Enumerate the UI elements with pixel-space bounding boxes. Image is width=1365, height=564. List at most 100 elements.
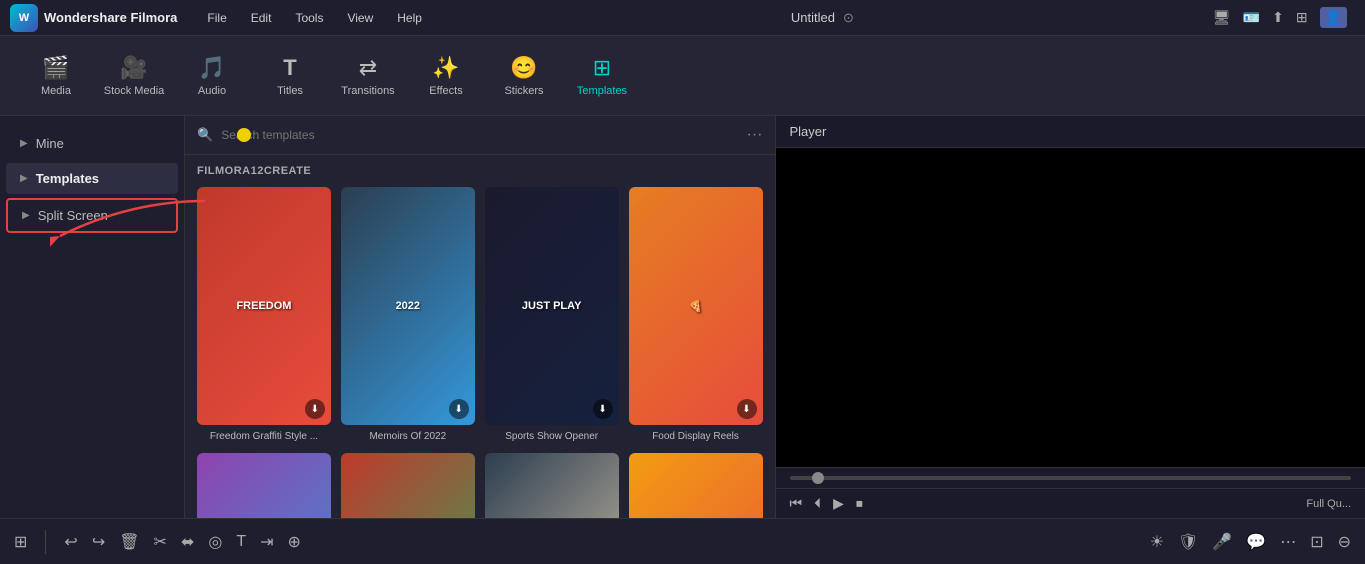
add-icon[interactable]: ⊕	[288, 532, 301, 552]
template-thumb-sports: JUST PLAY ⬇	[485, 187, 619, 425]
tool-effects[interactable]: ✨ Effects	[410, 44, 482, 108]
freedom-label: Freedom Graffiti Style ...	[197, 430, 331, 443]
stickers-icon: 😊	[510, 55, 537, 81]
full-quality-label: Full Qu...	[1306, 498, 1351, 510]
player-panel: Player ⏮ ⏴ ▶ ⏹ Full Qu...	[775, 116, 1365, 518]
menu-file[interactable]: File	[197, 7, 236, 29]
template-thumb-summer: ☀ ⬇	[629, 453, 763, 518]
cut-icon[interactable]: ✂	[154, 532, 167, 552]
template-card-sports[interactable]: JUST PLAY ⬇ Sports Show Opener	[485, 187, 619, 443]
minus-icon[interactable]: ⊖	[1338, 532, 1351, 552]
prev-frame-btn[interactable]: ⏮	[790, 495, 803, 512]
template-card-christmas-party[interactable]: Christmas ⬇ Christmas Party Opener	[485, 453, 619, 518]
section-label: FILMORA12CREATE	[197, 165, 763, 177]
sidebar: ▶ Mine ▶ Templates ▶ Split Screen	[0, 116, 185, 518]
download-sports-icon[interactable]: ⬇	[593, 399, 613, 419]
divider-1	[45, 530, 46, 554]
template-card-retro[interactable]: BE BRAVE ⬇ Retro Freedom Life Vl...	[197, 453, 331, 518]
template-thumb-christmas-gifts: 🎄✨ ⬇	[341, 453, 475, 518]
stock-media-icon: 🎥	[120, 55, 147, 81]
memoirs-thumb-text: 2022	[392, 296, 424, 316]
sports-label: Sports Show Opener	[485, 430, 619, 443]
tool-media[interactable]: 🎬 Media	[20, 44, 92, 108]
player-progress-thumb	[812, 472, 824, 484]
effects-icon: ✨	[432, 55, 459, 81]
save-icon: ⊙	[843, 10, 854, 26]
food-thumb-text: 🍕	[685, 296, 707, 317]
download-memoirs-icon[interactable]: ⬇	[449, 399, 469, 419]
template-card-summer[interactable]: ☀ ⬇ Summer Time Vlog	[629, 453, 763, 518]
templates-icon: ⊞	[593, 55, 611, 81]
project-title: Untitled	[791, 10, 835, 25]
top-icons: 🖥 🪪 ⬆ ⊞ 👤	[1213, 7, 1355, 28]
play-btn[interactable]: ▶	[833, 495, 844, 512]
sidebar-item-mine[interactable]: ▶ Mine	[6, 128, 178, 159]
split-screen-icon[interactable]: ⋯	[1280, 532, 1296, 552]
food-label: Food Display Reels	[629, 430, 763, 443]
redo-icon[interactable]: ↪	[92, 532, 105, 552]
tool-stickers[interactable]: 😊 Stickers	[488, 44, 560, 108]
templates-panel: 🔍 ··· FILMORA12CREATE	[185, 116, 775, 518]
transition-bottom-icon[interactable]: ⇥	[260, 532, 273, 552]
download-food-icon[interactable]: ⬇	[737, 399, 757, 419]
template-card-freedom[interactable]: FREEDOM ⬇ Freedom Graffiti Style ...	[197, 187, 331, 443]
template-card-food[interactable]: 🍕 ⬇ Food Display Reels	[629, 187, 763, 443]
tool-titles[interactable]: T Titles	[254, 44, 326, 108]
user-icon[interactable]: 👤	[1320, 7, 1347, 28]
sun-icon[interactable]: ☀	[1150, 532, 1164, 552]
menu-help[interactable]: Help	[387, 7, 432, 29]
main-content: ▶ Mine ▶ Templates ▶ Split Screen 🔍 ···	[0, 116, 1365, 518]
template-card-christmas-gifts[interactable]: 🎄✨ ⬇ Christmas Gifts Opener	[341, 453, 475, 518]
transitions-icon: ⇄	[359, 55, 377, 81]
stop-btn[interactable]: ⏹	[856, 495, 863, 512]
pip-icon[interactable]: ⊡	[1310, 532, 1323, 552]
templates-scroll[interactable]: FILMORA12CREATE FREEDOM ⬇ Freedom Graffi…	[185, 155, 775, 518]
template-thumb-christmas-party: Christmas ⬇	[485, 453, 619, 518]
download-freedom-icon[interactable]: ⬇	[305, 399, 325, 419]
delete-icon[interactable]: 🗑	[119, 532, 139, 552]
chevron-split-icon: ▶	[22, 210, 30, 221]
tool-stock-media[interactable]: 🎥 Stock Media	[98, 44, 170, 108]
monitor-icon[interactable]: 🖥	[1213, 9, 1231, 26]
shield-icon[interactable]: 🛡	[1178, 532, 1198, 552]
split-icon[interactable]: ⬌	[181, 532, 194, 552]
more-options-icon[interactable]: ···	[747, 126, 763, 144]
player-header: Player	[776, 116, 1365, 148]
template-thumb-retro: BE BRAVE ⬇	[197, 453, 331, 518]
tool-templates[interactable]: ⊞ Templates	[566, 44, 638, 108]
player-controls	[776, 467, 1365, 488]
search-icon: 🔍	[197, 127, 213, 143]
crop-icon[interactable]: ◎	[208, 532, 222, 552]
player-screen	[776, 148, 1365, 467]
id-card-icon[interactable]: 🪪	[1243, 9, 1260, 26]
sidebar-item-templates[interactable]: ▶ Templates	[6, 163, 178, 194]
template-grid: FREEDOM ⬇ Freedom Graffiti Style ... 202…	[197, 187, 763, 518]
menu-view[interactable]: View	[337, 7, 383, 29]
freedom-thumb-text: FREEDOM	[232, 296, 295, 316]
player-progress[interactable]	[790, 476, 1352, 480]
red-arrow-annotation	[185, 295, 195, 345]
tool-transitions[interactable]: ⇄ Transitions	[332, 44, 404, 108]
tool-audio[interactable]: 🎵 Audio	[176, 44, 248, 108]
search-bar: 🔍 ···	[185, 116, 775, 155]
cursor-indicator	[237, 128, 251, 142]
upload-icon[interactable]: ⬆	[1272, 9, 1284, 26]
menu-bar: W Wondershare Filmora File Edit Tools Vi…	[0, 0, 1365, 36]
step-back-btn[interactable]: ⏴	[814, 495, 821, 512]
menu-tools[interactable]: Tools	[285, 7, 333, 29]
text-icon[interactable]: T	[236, 533, 246, 551]
mic-icon[interactable]: 🎤	[1212, 532, 1232, 552]
menu-edit[interactable]: Edit	[241, 7, 282, 29]
search-input[interactable]	[221, 128, 738, 142]
audio-icon: 🎵	[198, 55, 225, 81]
chevron-mine-icon: ▶	[20, 138, 28, 149]
undo-icon[interactable]: ↩	[64, 532, 77, 552]
grid-icon[interactable]: ⊞	[1296, 9, 1308, 26]
app-logo: W Wondershare Filmora	[10, 4, 177, 32]
caption-icon[interactable]: 💬	[1246, 532, 1266, 552]
memoirs-label: Memoirs Of 2022	[341, 430, 475, 443]
template-card-memoirs[interactable]: 2022 ⬇ Memoirs Of 2022	[341, 187, 475, 443]
template-thumb-food: 🍕 ⬇	[629, 187, 763, 425]
scenes-icon[interactable]: ⊞	[14, 532, 27, 552]
sidebar-item-split-screen[interactable]: ▶ Split Screen	[6, 198, 178, 233]
